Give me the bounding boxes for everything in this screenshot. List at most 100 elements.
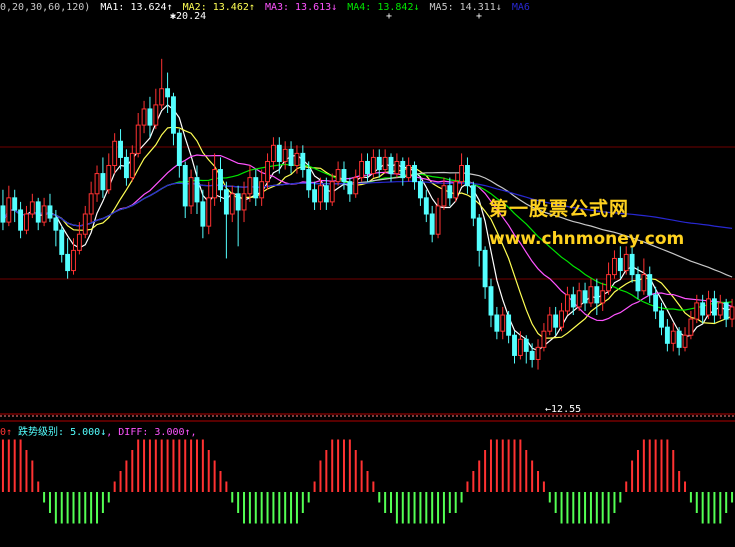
candle-down xyxy=(647,274,653,296)
candle-down xyxy=(12,197,18,211)
candle-up xyxy=(535,346,541,360)
candle-down xyxy=(447,185,453,199)
candle-down xyxy=(223,189,229,215)
candle-down xyxy=(488,286,494,316)
candle-down xyxy=(653,294,659,312)
candle-down xyxy=(59,229,65,255)
candle-down xyxy=(341,169,347,183)
ma4-arrow: ↓ xyxy=(413,2,420,13)
plus-marker-1: + xyxy=(386,11,393,22)
candle-up xyxy=(706,298,711,316)
candle-up xyxy=(335,169,341,183)
candle-up xyxy=(153,104,159,126)
candle-up xyxy=(206,197,212,227)
candle-down xyxy=(0,205,6,223)
ma6-value: MA6 xyxy=(511,2,530,13)
candle-up xyxy=(241,193,247,211)
candle-up xyxy=(641,274,647,292)
candle-down xyxy=(194,177,200,203)
chart-window: 0,20,30,60,120) MA1: 13.624↑ MA2: 13.462… xyxy=(0,0,735,547)
ma-params: 0,20,30,60,120) xyxy=(0,2,91,13)
ma2-arrow: ↑ xyxy=(248,2,255,13)
candle-up xyxy=(188,177,194,207)
candle-up xyxy=(94,173,100,195)
candle-up xyxy=(670,330,676,344)
candle-up xyxy=(606,274,612,292)
candle-up xyxy=(318,185,323,203)
candle-down xyxy=(482,249,488,288)
candle-down xyxy=(635,274,641,292)
candle-up xyxy=(435,205,441,235)
candle-up xyxy=(588,286,594,304)
candle-down xyxy=(276,144,282,162)
candle-up xyxy=(82,213,88,235)
candle-up xyxy=(265,160,270,183)
watermark-title: 第一股票公式网 xyxy=(489,198,630,220)
candle-down xyxy=(288,148,294,167)
candle-up xyxy=(282,148,288,162)
candle-up xyxy=(71,249,76,272)
indicator-level: 跌势级别: 5.000 xyxy=(18,427,101,438)
candle-up xyxy=(682,334,688,348)
candle-up xyxy=(353,177,359,195)
plus-marker-2: + xyxy=(476,11,483,22)
candle-up xyxy=(294,152,300,167)
candle-up xyxy=(24,213,29,231)
indicator-suffix: , xyxy=(190,427,197,438)
candle-up xyxy=(141,108,147,126)
candle-down xyxy=(53,217,59,231)
candle-down xyxy=(200,201,206,227)
ma3-value: MA3: 13.613 xyxy=(264,2,332,13)
candle-down xyxy=(118,140,123,158)
candle-down xyxy=(365,160,370,175)
candle-down xyxy=(400,160,406,179)
candle-down xyxy=(147,108,153,126)
candle-up xyxy=(694,302,700,320)
candle-down xyxy=(476,217,482,251)
candle-up xyxy=(612,257,617,276)
candle-up xyxy=(576,290,582,308)
kline-chart xyxy=(0,58,735,524)
candle-down xyxy=(553,314,559,328)
ma5-arrow: ↓ xyxy=(495,2,502,13)
candle-up xyxy=(600,290,606,304)
high-price-label: ✱20.24 xyxy=(170,11,207,22)
candle-down xyxy=(617,257,623,272)
candle-up xyxy=(229,193,235,215)
candle-down xyxy=(523,338,529,352)
candle-down xyxy=(417,181,423,199)
candle-up xyxy=(212,169,218,199)
candle-up xyxy=(564,294,570,312)
watermark-url: www.chnmoney.com xyxy=(489,229,685,249)
candle-down xyxy=(347,181,353,195)
ma-header: 0,20,30,60,120) MA1: 13.624↑ MA2: 13.462… xyxy=(0,2,534,16)
candle-down xyxy=(323,185,329,203)
candle-down xyxy=(300,152,306,171)
candle-down xyxy=(165,88,171,98)
candle-up xyxy=(382,156,388,171)
candle-up xyxy=(129,152,135,179)
low-price-value: 12.55 xyxy=(551,404,582,415)
candle-up xyxy=(441,185,447,207)
candle-down xyxy=(253,177,259,199)
candle-down xyxy=(376,156,382,171)
candle-up xyxy=(29,201,35,215)
candle-up xyxy=(106,165,112,191)
ma5-value: MA5: 14.311 xyxy=(429,2,496,13)
candle-down xyxy=(700,302,706,316)
candle-up xyxy=(459,165,465,183)
candle-down xyxy=(35,201,41,223)
candle-up xyxy=(547,314,553,332)
candle-up xyxy=(406,165,412,179)
candle-down xyxy=(465,165,470,187)
candle-down xyxy=(123,156,129,179)
candle-up xyxy=(259,181,265,199)
candle-up xyxy=(559,310,564,328)
high-price-value: 20.24 xyxy=(176,11,207,22)
candle-down xyxy=(47,205,53,219)
candle-down xyxy=(18,209,24,231)
indicator-diff: , DIFF: 3.000 xyxy=(106,427,185,438)
candle-down xyxy=(711,298,717,316)
candle-down xyxy=(664,326,670,344)
candle-up xyxy=(159,88,165,106)
